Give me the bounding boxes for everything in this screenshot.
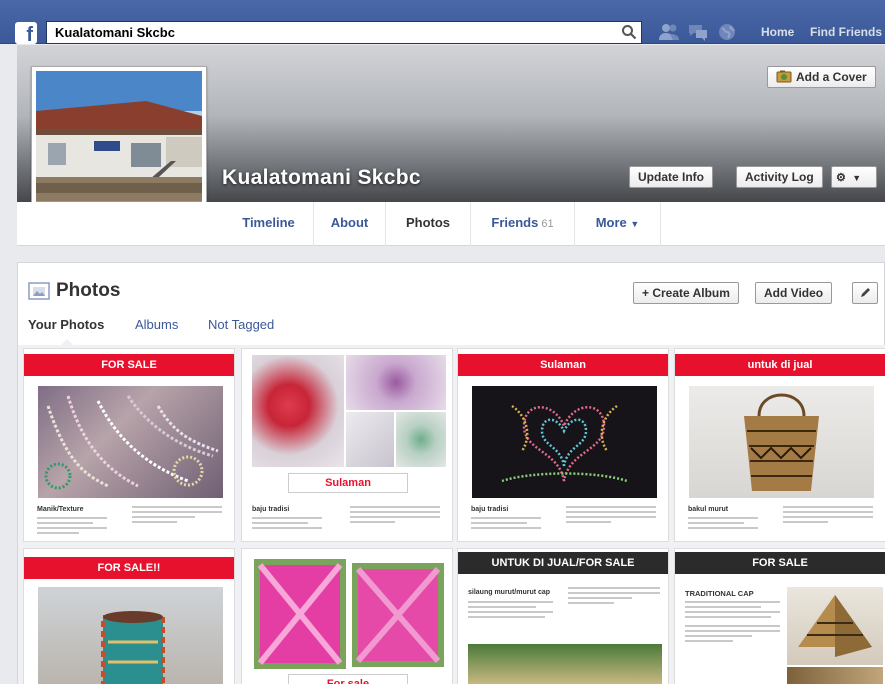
subtab-albums[interactable]: Albums [135, 317, 178, 332]
tab-about[interactable]: About [314, 202, 386, 246]
photo-tile[interactable]: FOR SALE Manik/Texture [23, 348, 235, 542]
photo-tile[interactable]: untuk di jual bakul murut [674, 348, 885, 542]
tile-description [783, 506, 873, 526]
building-image [36, 71, 202, 222]
facebook-page: f Kualatomani Skcbc Home Find Friends Ad… [0, 0, 885, 684]
tile-photo [468, 644, 662, 684]
tile-caption: baju tradisi [471, 506, 509, 513]
search-icon[interactable] [621, 24, 637, 40]
photo-tile[interactable]: Sulaman baju tradisi [241, 348, 453, 542]
facebook-logo-icon[interactable]: f [15, 22, 37, 44]
add-video-button[interactable]: Add Video [755, 282, 833, 304]
tile-banner: FOR SALE [24, 354, 234, 376]
camera-icon [776, 70, 792, 83]
tab-friends-label: Friends [491, 215, 539, 230]
add-cover-button[interactable]: Add a Cover [767, 66, 876, 88]
profile-picture-image [36, 71, 202, 222]
tile-label: For sale [288, 674, 408, 684]
tile-details [688, 517, 758, 532]
search-input[interactable]: Kualatomani Skcbc [46, 21, 642, 44]
tile-banner: Sulaman [458, 354, 668, 376]
update-info-button[interactable]: Update Info [629, 166, 713, 188]
photos-title: Photos [56, 280, 121, 301]
photo-tile[interactable]: UNTUK DI JUAL/FOR SALE silaung murut/mur… [457, 548, 669, 684]
tile-caption: bakul murut [688, 506, 729, 513]
tile-details [685, 601, 780, 621]
tile-label: Sulaman [288, 473, 408, 493]
photos-icon [28, 282, 50, 300]
tile-photo [787, 587, 883, 665]
find-friends-link[interactable]: Find Friends [810, 25, 882, 39]
tile-caption: TRADITIONAL CAP [685, 589, 754, 598]
photos-section: Photos + Create Album Add Video Your Pho… [17, 262, 885, 684]
gear-icon: ⚙ [836, 172, 846, 184]
tile-banner: FOR SALE [675, 552, 885, 574]
tile-photo [689, 386, 874, 498]
tile-photo [252, 355, 344, 467]
tab-photos[interactable]: Photos [386, 202, 471, 246]
photos-header: Photos [28, 279, 120, 303]
tile-description [568, 587, 660, 607]
edit-button[interactable] [852, 282, 878, 304]
tile-banner: UNTUK DI JUAL/FOR SALE [458, 552, 668, 574]
tile-caption: baju tradisi [252, 506, 290, 513]
photo-tile[interactable]: FOR SALE TRADITIONAL CAP [674, 548, 885, 684]
home-link[interactable]: Home [761, 25, 794, 39]
tab-more[interactable]: More ▼ [575, 202, 661, 246]
tile-description [132, 506, 222, 526]
subtab-not-tagged[interactable]: Not Tagged [208, 317, 274, 332]
subtab-your-photos[interactable]: Your Photos [28, 317, 104, 332]
friends-count: 61 [541, 218, 554, 230]
tile-photo [38, 386, 223, 498]
friend-requests-icon[interactable] [658, 22, 680, 42]
tile-details [468, 601, 553, 621]
tile-caption: Manik/Texture [37, 506, 84, 513]
photo-tile[interactable]: FOR SALE!! [23, 548, 235, 684]
tile-banner: untuk di jual [675, 354, 885, 376]
tile-details [37, 517, 107, 537]
search-value: Kualatomani Skcbc [55, 25, 175, 40]
tab-timeline[interactable]: Timeline [224, 202, 314, 246]
tab-photos-label: Photos [405, 215, 451, 230]
tile-details [252, 517, 322, 532]
tile-description [685, 625, 780, 645]
chevron-down-icon: ▼ [630, 219, 640, 229]
photo-tile[interactable]: Sulaman baju tradisi [457, 348, 669, 542]
tile-photo [252, 557, 446, 671]
pencil-icon [861, 288, 870, 297]
tab-timeline-label: Timeline [242, 215, 295, 230]
add-cover-label: Add a Cover [796, 70, 867, 84]
tile-photo [396, 412, 446, 467]
notifications-globe-icon[interactable] [716, 22, 738, 42]
tile-description [566, 506, 656, 526]
photo-tile[interactable]: For sale [241, 548, 453, 684]
activity-log-button[interactable]: Activity Log [736, 166, 823, 188]
tile-photo [346, 355, 446, 410]
tile-details [471, 517, 541, 532]
page-title: Kualatomani Skcbc [222, 166, 421, 189]
tab-friends[interactable]: Friends 61 [471, 202, 575, 246]
top-bar: f Kualatomani Skcbc Home Find Friends [0, 0, 885, 44]
messages-icon[interactable] [687, 22, 709, 42]
tile-photo [38, 587, 223, 684]
photo-grid: FOR SALE Manik/Texture Sulaman baju trad… [18, 345, 885, 684]
tile-description [350, 506, 440, 526]
tile-caption: silaung murut/murut cap [468, 589, 551, 596]
tile-photo [472, 386, 657, 498]
tile-banner: FOR SALE!! [24, 557, 234, 579]
chevron-down-icon: ▼ [852, 173, 862, 183]
tab-more-label: More [595, 215, 627, 230]
tab-about-label: About [330, 215, 369, 230]
settings-dropdown-button[interactable]: ⚙ ▼ [831, 166, 877, 188]
tile-photo [346, 412, 394, 467]
tile-photo [787, 667, 883, 684]
page-navigation: Timeline About Photos Friends 61 More ▼ [17, 202, 885, 246]
create-album-button[interactable]: + Create Album [633, 282, 739, 304]
